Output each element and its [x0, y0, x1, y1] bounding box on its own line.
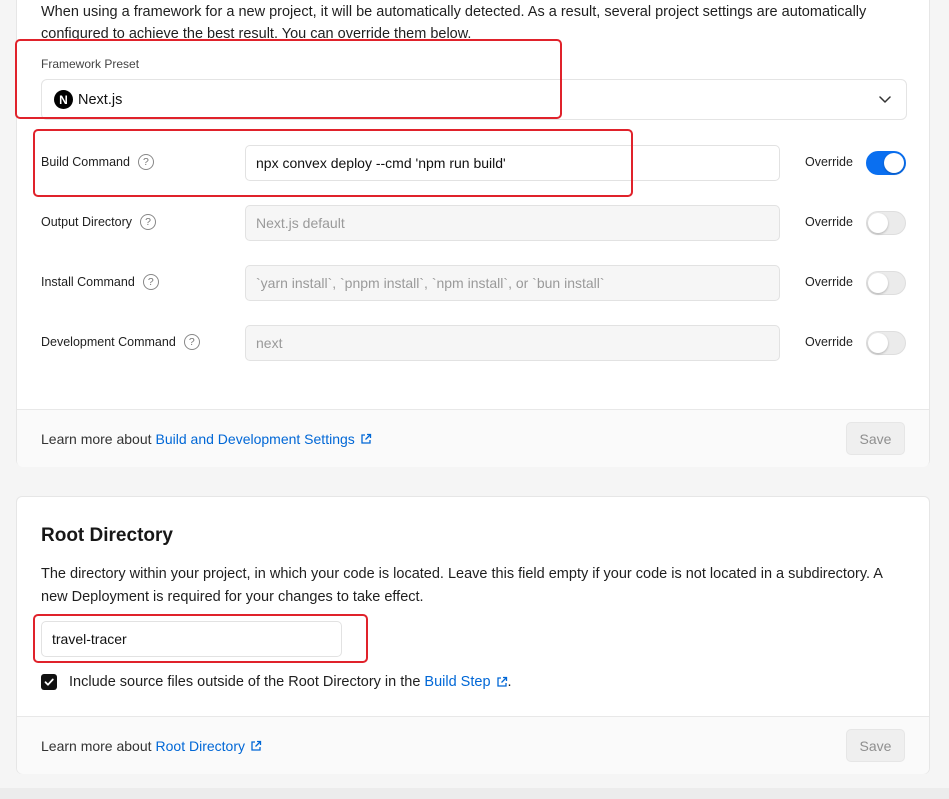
framework-preset-label: Framework Preset [41, 57, 140, 71]
build-command-override-toggle[interactable] [866, 151, 906, 175]
framework-preset-value: Next.js [78, 91, 123, 108]
build-command-row: Build Command ? Override [41, 145, 907, 181]
output-directory-override-toggle[interactable] [866, 211, 906, 235]
build-command-input[interactable] [245, 145, 780, 181]
install-command-override-label: Override [805, 275, 853, 289]
footer-learn-more-text: Learn more about [41, 431, 152, 447]
install-command-input[interactable] [245, 265, 780, 301]
build-settings-docs-link[interactable]: Build and Development Settings [156, 431, 355, 447]
question-circle-icon[interactable]: ? [183, 334, 200, 350]
check-icon [44, 678, 54, 686]
install-command-row: Install Command ? Override [41, 265, 907, 301]
build-command-override-label: Override [805, 155, 853, 169]
root-directory-card: Root Directory The directory within your… [16, 496, 930, 774]
root-directory-footer: Learn more about Root Directory Save [17, 716, 929, 774]
framework-preset-select[interactable]: N Next.js [41, 79, 907, 120]
install-command-label: Install Command [41, 275, 135, 289]
question-circle-icon[interactable]: ? [137, 154, 154, 170]
root-directory-description: The directory within your project, in wh… [41, 566, 883, 605]
development-command-override-label: Override [805, 335, 853, 349]
external-link-icon[interactable] [250, 740, 262, 752]
toggle-knob [884, 153, 904, 173]
include-source-files-row: Include source files outside of the Root… [41, 674, 512, 690]
toggle-knob [868, 213, 888, 233]
question-circle-icon[interactable]: ? [142, 274, 159, 290]
page-bottom-edge [0, 788, 949, 799]
toggle-knob [868, 333, 888, 353]
build-settings-save-button[interactable]: Save [846, 422, 905, 455]
build-command-label: Build Command [41, 155, 130, 169]
development-command-row: Development Command ? Override [41, 325, 907, 361]
output-directory-override-label: Override [805, 215, 853, 229]
development-command-label: Development Command [41, 335, 176, 349]
root-directory-title: Root Directory [41, 525, 173, 546]
build-settings-footer: Learn more about Build and Development S… [17, 409, 929, 467]
root-directory-docs-link[interactable]: Root Directory [156, 738, 245, 754]
root-directory-save-button[interactable]: Save [846, 729, 905, 762]
framework-intro-text: When using a framework for a new project… [41, 4, 867, 42]
development-command-override-toggle[interactable] [866, 331, 906, 355]
question-circle-icon[interactable]: ? [140, 214, 157, 230]
build-step-link[interactable]: Build Step [424, 674, 490, 690]
checkbox-suffix: . [507, 674, 512, 690]
output-directory-input[interactable] [245, 205, 780, 241]
footer-learn-more-text: Learn more about [41, 738, 152, 754]
external-link-icon[interactable] [496, 676, 508, 688]
include-source-files-checkbox[interactable] [41, 674, 57, 690]
development-command-input[interactable] [245, 325, 780, 361]
root-directory-input[interactable] [41, 621, 342, 657]
install-command-override-toggle[interactable] [866, 271, 906, 295]
output-directory-row: Output Directory ? Override [41, 205, 907, 241]
external-link-icon[interactable] [360, 433, 372, 445]
toggle-knob [868, 273, 888, 293]
output-directory-label: Output Directory [41, 215, 133, 229]
nextjs-logo-icon: N [54, 90, 73, 109]
include-source-files-text: Include source files outside of the Root… [69, 674, 421, 690]
build-settings-card: When using a framework for a new project… [16, 0, 930, 467]
chevron-down-icon [879, 96, 891, 103]
